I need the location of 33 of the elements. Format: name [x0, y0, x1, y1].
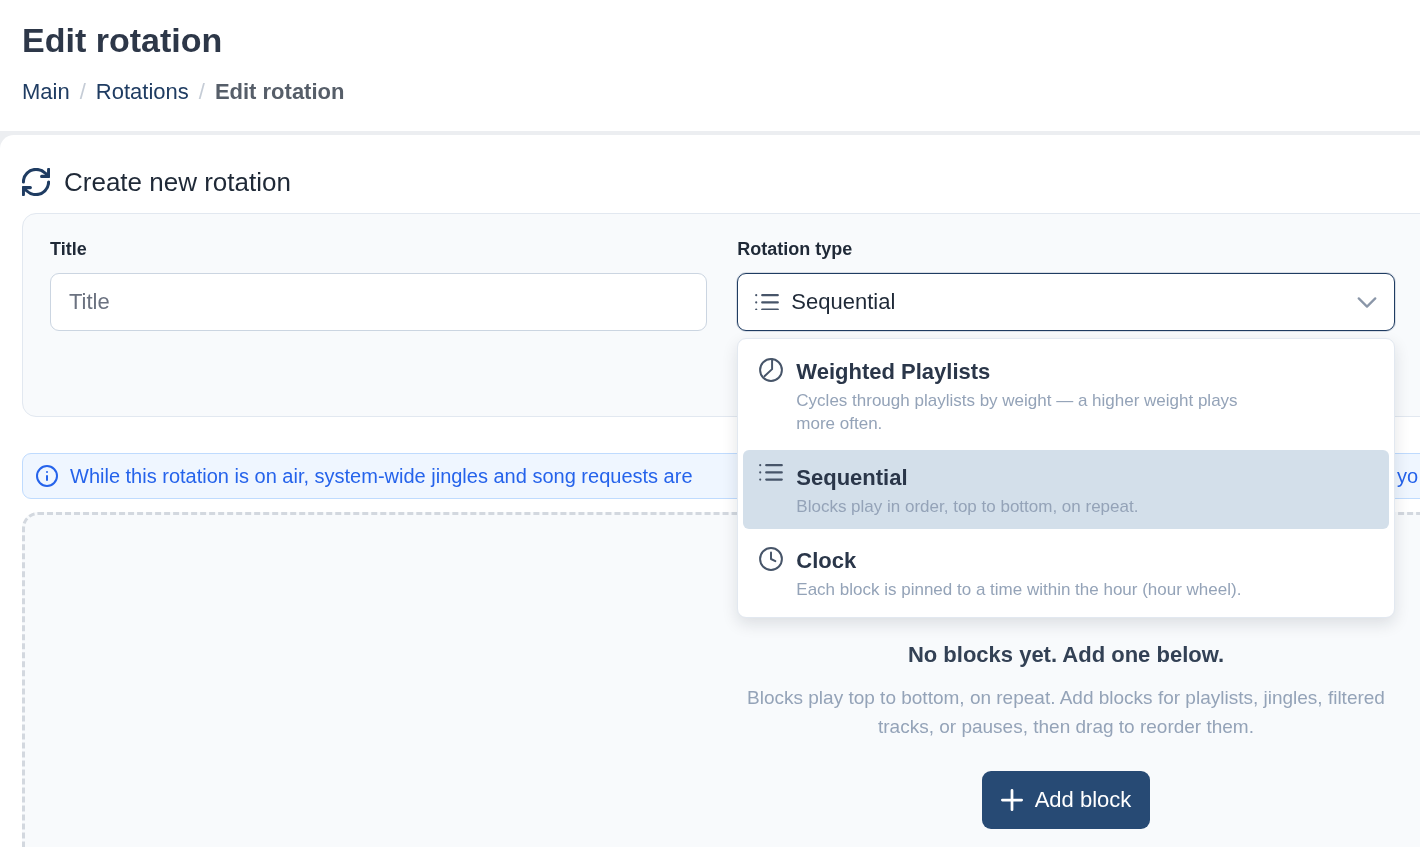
breadcrumb-link[interactable]: Rotations	[95, 78, 189, 106]
section-title: Create new rotation	[64, 168, 291, 196]
clock-icon	[759, 547, 784, 571]
dropdown-option[interactable]: Sequential Blocks play in order, top to bottom, on repeat.	[743, 450, 1389, 529]
list-icon	[755, 293, 780, 311]
field-label: Title	[50, 238, 87, 260]
option-description: Blocks play in order, top to bottom, on repeat.	[796, 496, 1139, 518]
page-title: Edit rotation	[22, 20, 223, 61]
add-block-button[interactable]: Add block	[981, 771, 1151, 829]
field-label: Rotation type	[737, 238, 853, 260]
empty-state-description: Blocks play top to bottom, on repeat. Add blocks for playlists, jingles, filtered tracks, or pauses, then drag to reorder them.	[746, 686, 1386, 739]
option-title: Sequential	[796, 464, 908, 492]
option-title: Clock	[796, 547, 857, 575]
breadcrumb-link[interactable]: Main	[22, 78, 70, 106]
notice-text: yo	[1397, 464, 1419, 488]
chevron-down-icon	[1356, 296, 1377, 308]
breadcrumb-current: Edit rotation	[214, 78, 345, 106]
breadcrumb-separator: /	[79, 78, 86, 106]
refresh-icon	[22, 168, 50, 196]
option-description: Each block is pinned to a time within the hour (hour wheel).	[796, 579, 1242, 601]
info-icon	[36, 465, 58, 487]
title-input[interactable]: Title	[50, 273, 708, 331]
pie-chart-icon	[759, 358, 784, 382]
dropdown-option[interactable]: Weighted Playlists Cycles through playlists by weight — a higher weight plays more often.	[743, 344, 1389, 446]
notice-text: While this rotation is on air, system-wide jingles and song requests are	[70, 464, 693, 488]
breadcrumb-separator: /	[198, 78, 205, 106]
plus-icon	[1000, 789, 1023, 811]
dropdown-option[interactable]: Clock Each block is pinned to a time within the hour (hour wheel).	[743, 533, 1389, 612]
list-icon	[759, 464, 784, 481]
empty-state-title: No blocks yet. Add one below.	[907, 641, 1225, 669]
rotation-type-select[interactable]: Sequential	[737, 273, 1395, 331]
option-title: Weighted Playlists	[796, 358, 991, 386]
option-description: Cycles through playlists by weight — a higher weight plays more often.	[796, 390, 1239, 435]
